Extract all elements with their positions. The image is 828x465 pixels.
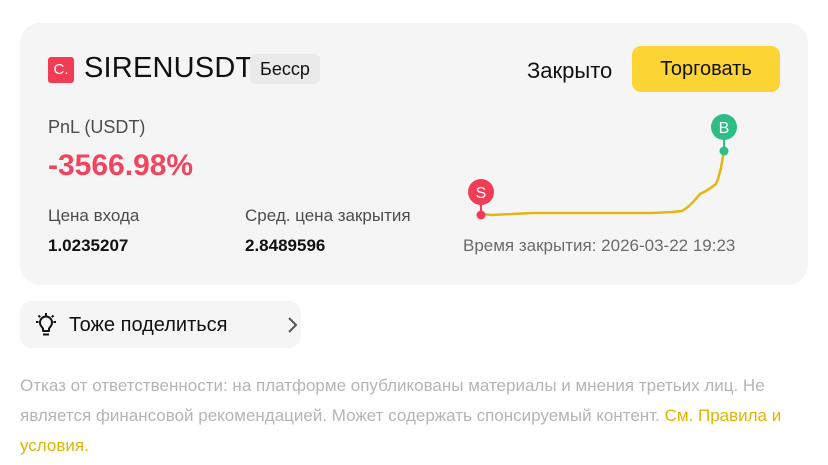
buy-marker: B bbox=[711, 114, 737, 156]
avg-close-price-value: 2.8489596 bbox=[245, 236, 326, 255]
contract-type-badge: Бесср bbox=[250, 54, 320, 84]
coin-logo-icon: C. bbox=[48, 57, 74, 83]
disclaimer-text: Отказ от ответственности: на платформе о… bbox=[20, 376, 765, 425]
lightbulb-icon bbox=[36, 313, 56, 336]
chevron-right-icon bbox=[288, 317, 298, 333]
symbol-title: SIRENUSDT bbox=[84, 52, 254, 84]
close-time: Время закрытия: 2026-03-22 19:23 bbox=[463, 236, 736, 255]
avg-close-price-label: Сред. цена закрытия bbox=[245, 206, 411, 225]
sell-marker: S bbox=[468, 179, 494, 220]
price-line bbox=[479, 149, 726, 217]
share-label: Тоже поделиться bbox=[69, 314, 228, 336]
buy-marker-label: B bbox=[719, 120, 730, 137]
position-status: Закрыто bbox=[527, 58, 613, 83]
entry-price-label: Цена входа bbox=[48, 206, 140, 225]
trade-button[interactable]: Торговать bbox=[632, 46, 780, 92]
sell-marker-label: S bbox=[476, 185, 487, 202]
disclaimer: Отказ от ответственности: на платформе о… bbox=[20, 371, 800, 461]
share-button[interactable]: Тоже поделиться bbox=[20, 301, 301, 348]
price-sparkline: S B bbox=[468, 114, 737, 220]
pnl-value: -3566.98% bbox=[48, 149, 194, 182]
entry-price-value: 1.0235207 bbox=[48, 236, 129, 255]
pnl-label: PnL (USDT) bbox=[48, 117, 146, 137]
